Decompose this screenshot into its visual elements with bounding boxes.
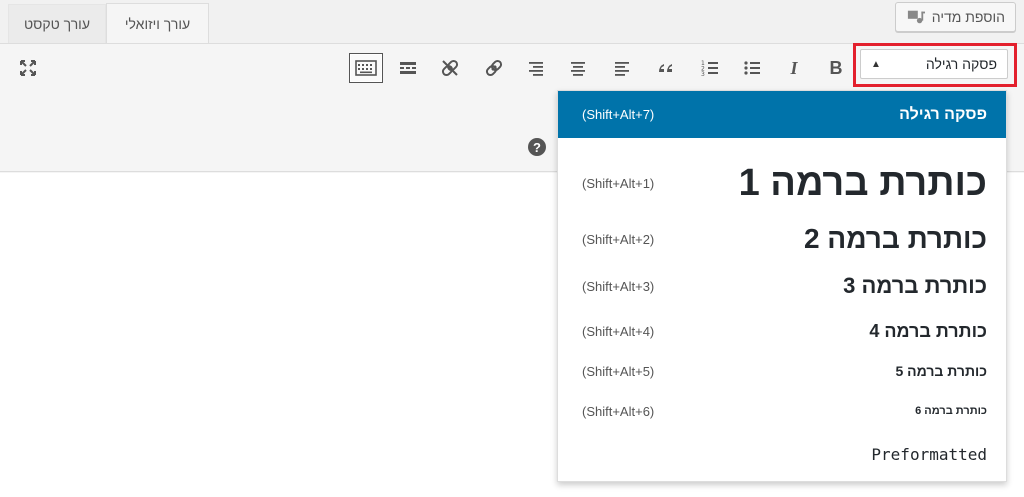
format-option-heading-2[interactable]: (Shift+Alt+2) כותרת ברמה 2 xyxy=(558,217,1006,261)
link-icon xyxy=(485,59,503,77)
format-option-label: כותרת ברמה 2 xyxy=(803,223,987,254)
shortcut-label: (Shift+Alt+1) xyxy=(582,175,655,191)
align-center-icon xyxy=(571,62,585,76)
shortcut-label: (Shift+Alt+3) xyxy=(582,278,655,294)
numbered-list-icon: 123 xyxy=(701,60,718,78)
read-more-button[interactable] xyxy=(393,53,423,83)
toolbar-toggle-icon xyxy=(355,60,377,76)
format-option-paragraph[interactable]: (Shift+Alt+7) פסקה רגילה xyxy=(558,91,1006,138)
shortcut-label: (Shift+Alt+4) xyxy=(582,323,655,339)
shortcut-label: (Shift+Alt+2) xyxy=(582,231,655,247)
svg-text:3: 3 xyxy=(701,71,705,78)
fullscreen-icon xyxy=(20,60,36,76)
add-media-label: הוספת מדיה xyxy=(931,9,1005,25)
format-dropdown-menu: (Shift+Alt+7) פסקה רגילה (Shift+Alt+1) כ… xyxy=(557,90,1007,482)
format-option-label: כותרת ברמה 3 xyxy=(843,273,987,298)
format-option-label: Preformatted xyxy=(871,444,987,464)
format-option-label: כותרת ברמה 6 xyxy=(915,405,987,417)
format-option-label: כותרת ברמה 1 xyxy=(738,161,987,204)
blockquote-icon xyxy=(659,64,672,72)
bullet-list-button[interactable] xyxy=(737,53,767,83)
add-media-button[interactable]: הוספת מדיה xyxy=(894,2,1016,32)
unlink-icon xyxy=(441,59,459,77)
help-icon[interactable]: ? xyxy=(528,138,546,156)
shortcut-label: (Shift+Alt+5) xyxy=(582,363,655,379)
bullet-list-icon xyxy=(744,61,760,75)
align-left-button[interactable] xyxy=(607,53,637,83)
align-right-button[interactable] xyxy=(521,53,551,83)
remove-link-button[interactable] xyxy=(435,53,465,83)
format-option-heading-3[interactable]: (Shift+Alt+3) כותרת ברמה 3 xyxy=(558,266,1006,306)
shortcut-label: (Shift+Alt+7) xyxy=(582,107,655,122)
toolbar-toggle-button[interactable] xyxy=(349,53,383,83)
highlight-frame xyxy=(853,43,1017,87)
format-option-label: כותרת ברמה 4 xyxy=(869,320,987,341)
bold-button[interactable]: B xyxy=(821,53,851,83)
fullscreen-button[interactable] xyxy=(13,53,43,83)
format-option-heading-6[interactable]: (Shift+Alt+6) כותרת ברמה 6 xyxy=(558,393,1006,429)
align-center-button[interactable] xyxy=(563,53,593,83)
format-option-label: פסקה רגילה xyxy=(899,105,987,123)
tab-visual-editor[interactable]: עורך ויזואלי xyxy=(106,3,209,44)
bold-icon: B xyxy=(829,57,843,78)
shortcut-label: (Shift+Alt+6) xyxy=(582,403,655,419)
format-option-heading-4[interactable]: (Shift+Alt+4) כותרת ברמה 4 xyxy=(558,311,1006,351)
format-option-heading-5[interactable]: (Shift+Alt+5) כותרת ברמה 5 xyxy=(558,353,1006,389)
insert-link-button[interactable] xyxy=(479,53,509,83)
align-right-icon xyxy=(529,62,543,76)
italic-button[interactable]: I xyxy=(779,53,809,83)
read-more-icon xyxy=(400,62,416,74)
format-option-label: כותרת ברמה 5 xyxy=(895,363,987,379)
align-left-icon xyxy=(615,62,629,76)
italic-icon: I xyxy=(790,57,798,78)
numbered-list-button[interactable]: 123 xyxy=(695,53,725,83)
format-option-heading-1[interactable]: (Shift+Alt+1) כותרת ברמה 1 xyxy=(558,143,1006,223)
format-option-preformatted[interactable]: Preformatted xyxy=(558,436,1006,472)
media-icon xyxy=(906,7,926,27)
blockquote-button[interactable] xyxy=(651,53,681,83)
tab-text-editor[interactable]: עורך טקסט xyxy=(8,4,106,43)
